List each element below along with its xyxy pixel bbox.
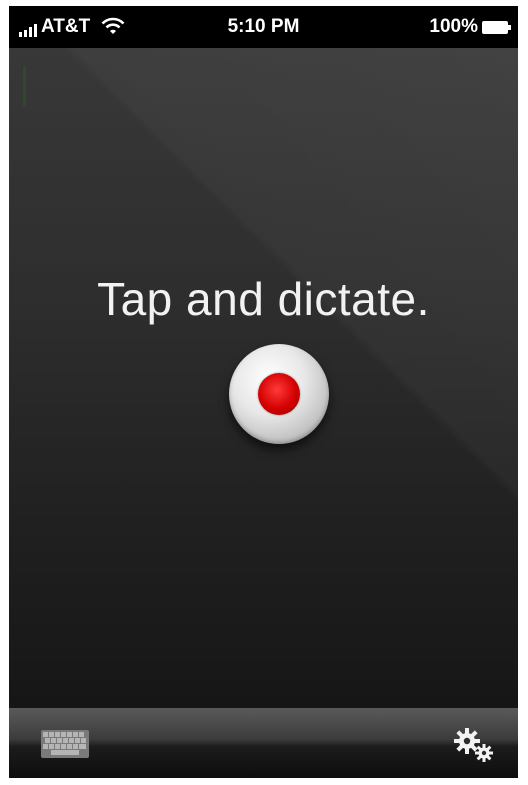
phone-screen: AT&T 5:10 PM 100% Tap and dictate. [9,6,518,778]
dictation-area[interactable]: Tap and dictate. [9,48,518,708]
battery-icon [482,20,511,34]
record-icon [258,373,300,415]
keyboard-icon[interactable] [41,730,89,758]
bottom-toolbar [9,708,518,778]
status-bar: AT&T 5:10 PM 100% [9,6,518,48]
dictation-prompt: Tap and dictate. [97,273,430,325]
record-button[interactable] [229,344,329,444]
status-right: 100% [429,16,511,37]
settings-gears-icon[interactable] [450,725,498,765]
battery-percentage: 100% [429,16,478,37]
text-cursor [23,66,26,106]
